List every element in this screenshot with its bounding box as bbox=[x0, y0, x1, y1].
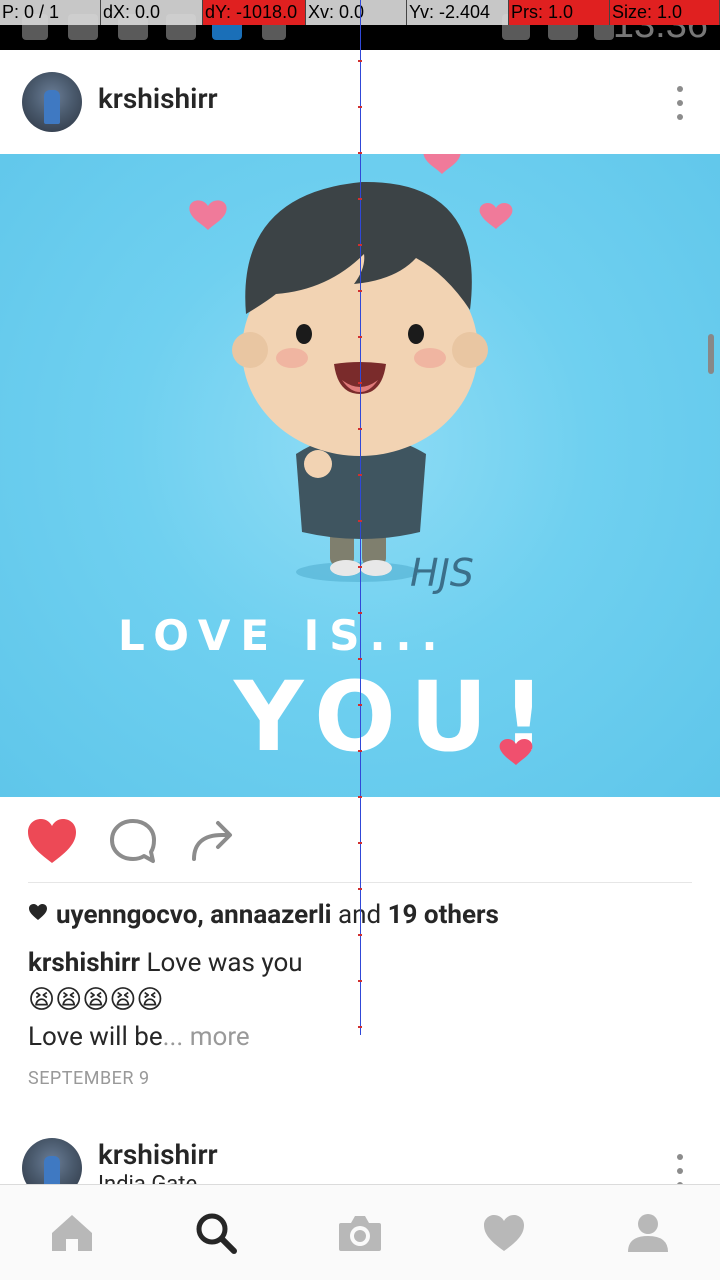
pointer-trace-point bbox=[358, 796, 362, 798]
post-username[interactable]: krshishirr bbox=[98, 82, 218, 115]
like-button[interactable] bbox=[26, 817, 78, 865]
liked-by-users[interactable]: uyenngocvo, annaazerli bbox=[56, 900, 332, 930]
profile-icon bbox=[628, 1213, 668, 1252]
avatar[interactable] bbox=[22, 1138, 82, 1184]
small-heart-icon bbox=[29, 904, 47, 920]
pointer-dx: dX: 0.0 bbox=[101, 0, 203, 25]
pointer-xv: Xv: 0.0 bbox=[306, 0, 407, 25]
caption-ellipsis: ... bbox=[162, 1022, 184, 1052]
scrollbar[interactable] bbox=[708, 334, 714, 374]
nav-search[interactable] bbox=[144, 1185, 288, 1280]
next-post-username[interactable]: krshishirr bbox=[98, 1138, 218, 1171]
pointer-trace-point bbox=[358, 106, 362, 108]
pointer-trace-point bbox=[358, 60, 362, 62]
pointer-trace-point bbox=[358, 980, 362, 982]
comment-button[interactable] bbox=[108, 817, 160, 865]
pointer-yv: Yv: -2.404 bbox=[407, 0, 509, 25]
nav-activity[interactable] bbox=[432, 1185, 576, 1280]
more-options-icon[interactable] bbox=[676, 1154, 684, 1184]
nav-profile[interactable] bbox=[576, 1185, 720, 1280]
pointer-pressure: Prs: 1.0 bbox=[509, 0, 610, 25]
pointer-dy: dY: -1018.0 bbox=[203, 0, 306, 25]
caption-line-1: Love was you bbox=[146, 948, 303, 978]
next-post-location[interactable]: India Gate bbox=[98, 1172, 197, 1184]
pointer-trace-point bbox=[358, 290, 362, 292]
avatar[interactable] bbox=[22, 72, 82, 132]
camera-icon bbox=[339, 1215, 381, 1251]
home-icon bbox=[52, 1214, 92, 1251]
bottom-navigation bbox=[0, 1184, 720, 1280]
pointer-trace-point bbox=[358, 198, 362, 200]
post-date: SEPTEMBER 9 bbox=[28, 1068, 150, 1089]
comment-icon bbox=[110, 819, 156, 863]
pointer-trace-point bbox=[358, 566, 362, 568]
pointer-trace-point bbox=[358, 704, 362, 706]
artist-signature: HJS bbox=[410, 551, 474, 595]
caption-line-3: Love will be bbox=[28, 1022, 163, 1052]
pointer-size: Size: 1.0 bbox=[610, 0, 720, 25]
pointer-trace-point bbox=[358, 520, 362, 522]
share-button[interactable] bbox=[188, 817, 240, 865]
heart-icon bbox=[484, 1214, 524, 1251]
pointer-count: P: 0 / 1 bbox=[0, 0, 101, 25]
caption-emojis: 😫😫😫😫😫 bbox=[28, 985, 164, 1015]
pointer-trace-point bbox=[358, 336, 362, 338]
likes-others[interactable]: 19 others bbox=[388, 900, 499, 930]
pointer-trace-point bbox=[358, 244, 362, 246]
pointer-trace-point bbox=[358, 750, 362, 752]
pointer-trace-point bbox=[358, 888, 362, 890]
pointer-trace-point bbox=[358, 152, 362, 154]
image-subtitle: LOVE IS... bbox=[118, 611, 447, 660]
next-post-header: krshishirr India Gate bbox=[0, 1120, 720, 1184]
pointer-trace-point bbox=[358, 842, 362, 844]
more-options-icon[interactable] bbox=[676, 86, 684, 120]
pointer-trace-point bbox=[358, 658, 362, 660]
likes-summary[interactable]: uyenngocvo, annaazerli and 19 others bbox=[28, 900, 499, 930]
pointer-trace-point bbox=[358, 382, 362, 384]
pointer-trace-point bbox=[358, 1026, 362, 1028]
pointer-trace-line bbox=[360, 0, 361, 1035]
search-icon bbox=[196, 1213, 237, 1254]
pointer-trace-point bbox=[358, 612, 362, 614]
caption: krshishirr Love was you 😫😫😫😫😫 Love will … bbox=[28, 945, 688, 1056]
caption-more-link[interactable]: more bbox=[190, 1022, 250, 1052]
pointer-trace-point bbox=[358, 474, 362, 476]
caption-username[interactable]: krshishirr bbox=[28, 948, 140, 978]
share-arrow-icon bbox=[192, 821, 232, 861]
nav-camera[interactable] bbox=[288, 1185, 432, 1280]
pointer-trace-point bbox=[358, 934, 362, 936]
heart-icon bbox=[28, 819, 76, 863]
nav-home[interactable] bbox=[0, 1185, 144, 1280]
pointer-trace-point bbox=[358, 428, 362, 430]
